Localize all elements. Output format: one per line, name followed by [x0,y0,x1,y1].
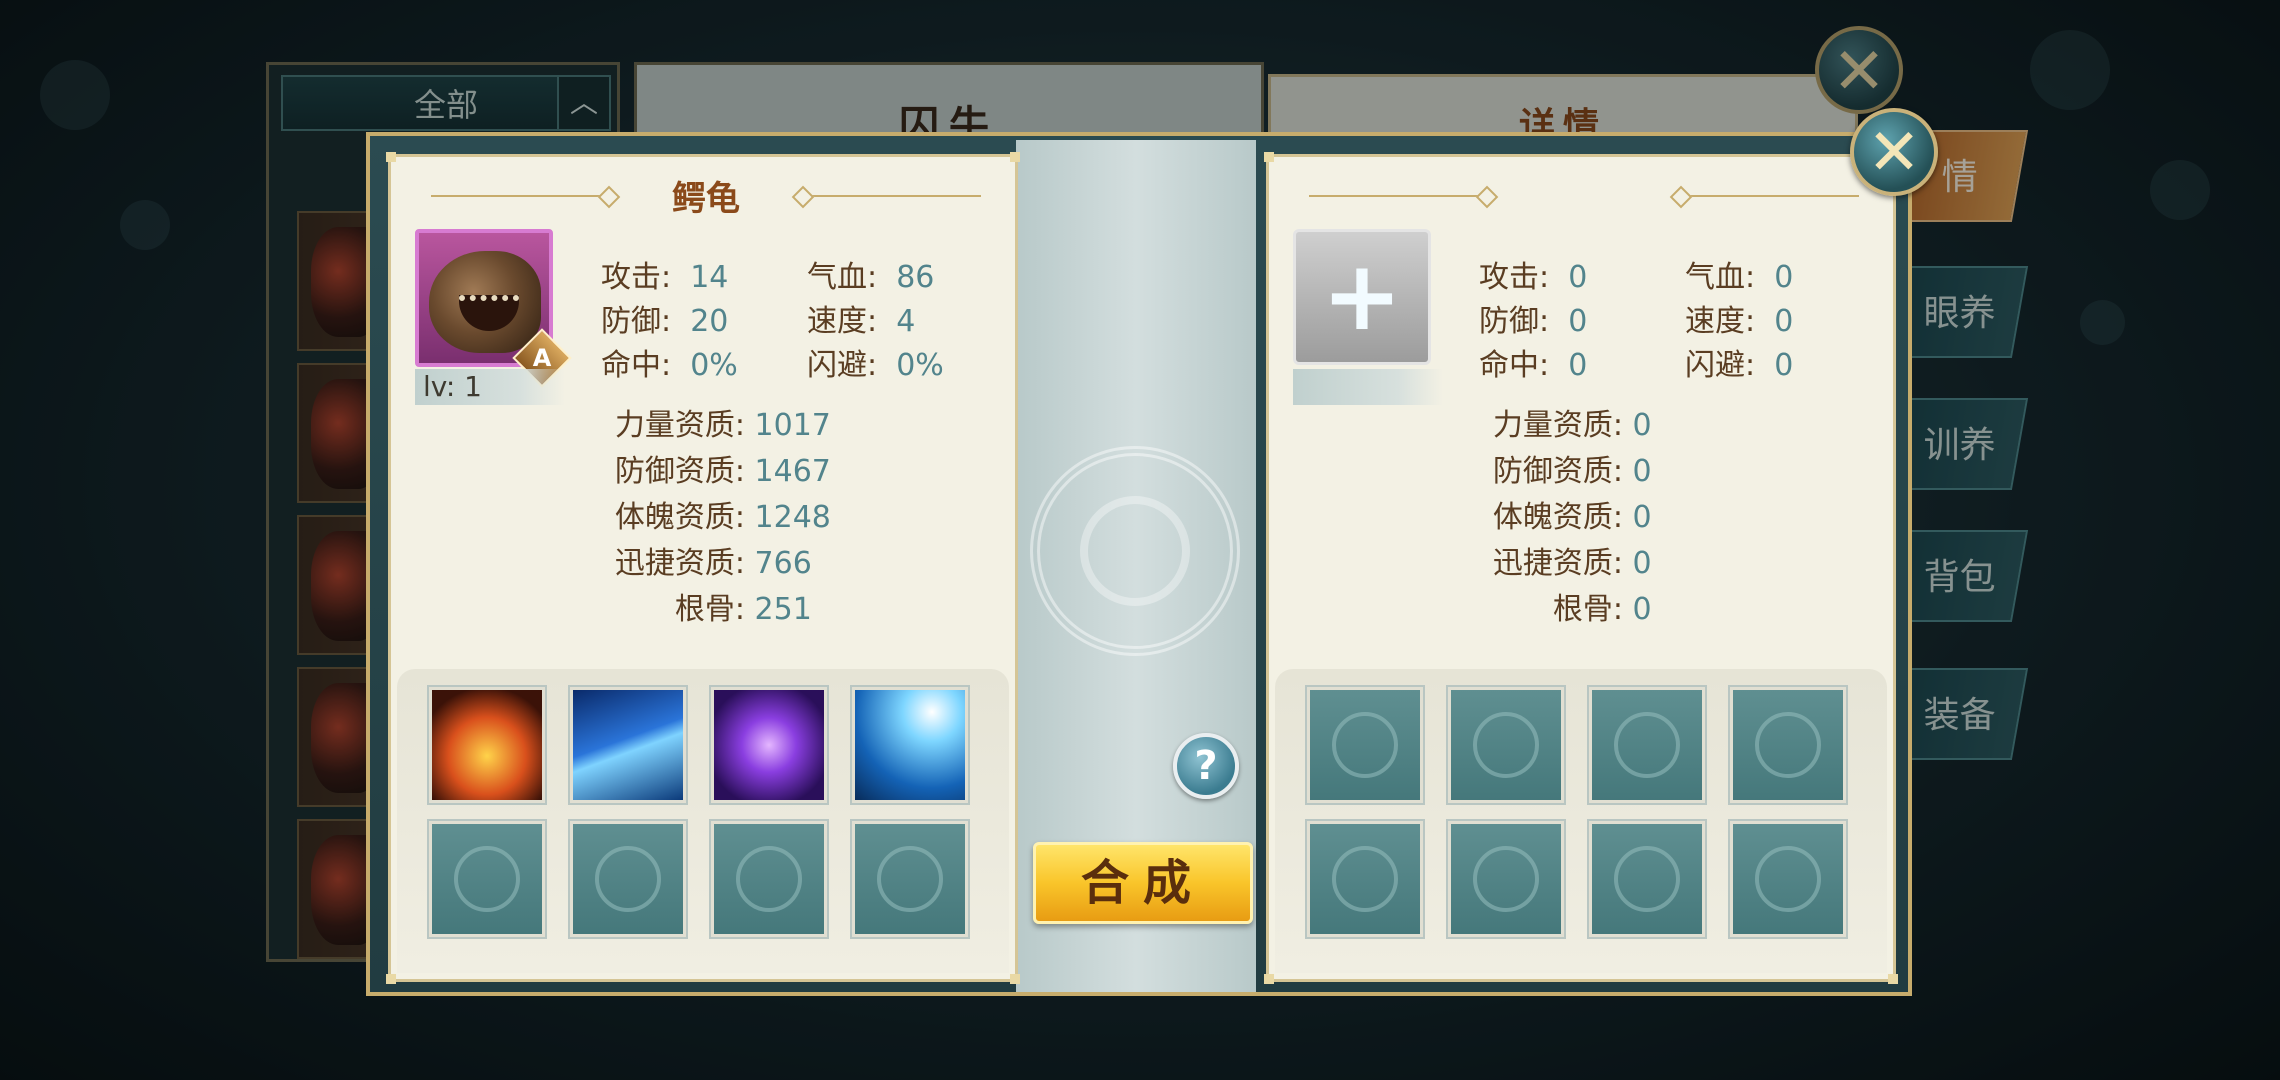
empty-skill-slot[interactable] [1730,687,1846,803]
stat-speed: 速度: 0 [1685,304,1794,339]
empty-skill-slot[interactable] [1448,687,1564,803]
aptitude-bone: 根骨: 251 [674,592,812,627]
empty-slot-emblem-icon [595,846,661,912]
empty-skill-slot[interactable] [852,821,968,937]
empty-skill-slot[interactable] [711,821,827,937]
stat-accuracy: 命中: 0% [601,348,738,383]
panel-title-bar: 鳄龟 [431,171,981,221]
pet-level: lv: 1 [415,369,565,405]
empty-slot-emblem-icon [1332,846,1398,912]
aptitude-bone: 根骨: 0 [1552,592,1652,627]
empty-slot-emblem-icon [1473,712,1539,778]
panel-corner [1010,152,1020,162]
stat-accuracy: 命中: 0 [1479,348,1588,383]
aptitude-agility: 迅捷资质: 766 [614,546,812,581]
lightning-skill-icon[interactable] [852,687,968,803]
aptitude-strength: 力量资质: 0 [1492,408,1652,443]
empty-slot-emblem-icon [877,846,943,912]
skill-grid [397,669,1009,973]
stat-hp: 气血: 86 [807,260,935,295]
panel-corner [386,974,396,984]
diamond-ornament-icon [1669,185,1693,209]
stat-speed: 速度: 4 [807,304,916,339]
stat-evasion: 闪避: 0% [807,348,944,383]
empty-skill-slot[interactable] [1307,821,1423,937]
empty-slot-emblem-icon [1755,712,1821,778]
diamond-ornament-icon [1475,185,1499,209]
secondary-pet-panel: + 攻击: 0 气血: 0 防御: 0 速度: 0 命中: 0 闪避: 0 力量… [1264,152,1898,984]
aptitude-agility: 迅捷资质: 0 [1492,546,1652,581]
empty-skill-slot[interactable] [1448,821,1564,937]
fire-shell-skill-icon[interactable] [429,687,545,803]
pet-level-empty [1293,369,1443,405]
empty-skill-slot[interactable] [1730,821,1846,937]
aptitude-strength: 力量资质: 1017 [614,408,831,443]
stat-defense: 防御: 0 [1479,304,1588,339]
plus-icon: + [1321,240,1403,352]
empty-slot-emblem-icon [736,846,802,912]
add-pet-button[interactable]: + [1293,229,1431,365]
empty-slot-emblem-icon [1473,846,1539,912]
panel-corner [1264,152,1274,162]
close-button[interactable]: ✕ [1850,108,1938,196]
ice-spikes-skill-icon[interactable] [570,687,686,803]
panel-corner [1010,974,1020,984]
stat-defense: 防御: 20 [601,304,729,339]
panel-corner [1888,974,1898,984]
title-divider [1309,195,1479,197]
aptitude-physique: 体魄资质: 0 [1492,500,1652,535]
panel-corner [386,152,396,162]
dragon-emblem-icon [1030,446,1240,656]
stat-evasion: 闪避: 0 [1685,348,1794,383]
skill-grid [1275,669,1887,973]
title-divider [1689,195,1859,197]
empty-slot-emblem-icon [1614,712,1680,778]
panel-title-bar [1309,171,1859,221]
empty-slot-emblem-icon [454,846,520,912]
empty-skill-slot[interactable] [1589,821,1705,937]
pet-merge-dialog: 鳄龟 A lv: 1 攻击: 14 气血: 86 防御: 20 速度: 4 命中… [366,132,1912,996]
empty-skill-slot[interactable] [1589,687,1705,803]
primary-pet-panel: 鳄龟 A lv: 1 攻击: 14 气血: 86 防御: 20 速度: 4 命中… [386,152,1020,984]
purple-vortex-skill-icon[interactable] [711,687,827,803]
panel-corner [1264,974,1274,984]
stat-hp: 气血: 0 [1685,260,1794,295]
empty-skill-slot[interactable] [570,821,686,937]
merge-button[interactable]: 合成 [1033,842,1253,924]
pet-name: 鳄龟 [672,179,740,219]
empty-skill-slot[interactable] [429,821,545,937]
aptitude-defense: 防御资质: 0 [1492,454,1652,489]
aptitude-defense: 防御资质: 1467 [614,454,831,489]
stat-attack: 攻击: 0 [1479,260,1588,295]
empty-slot-emblem-icon [1614,846,1680,912]
aptitude-physique: 体魄资质: 1248 [614,500,831,535]
help-button[interactable]: ? [1173,733,1239,799]
empty-skill-slot[interactable] [1307,687,1423,803]
empty-slot-emblem-icon [1755,846,1821,912]
empty-slot-emblem-icon [1332,712,1398,778]
stat-attack: 攻击: 14 [601,260,729,295]
